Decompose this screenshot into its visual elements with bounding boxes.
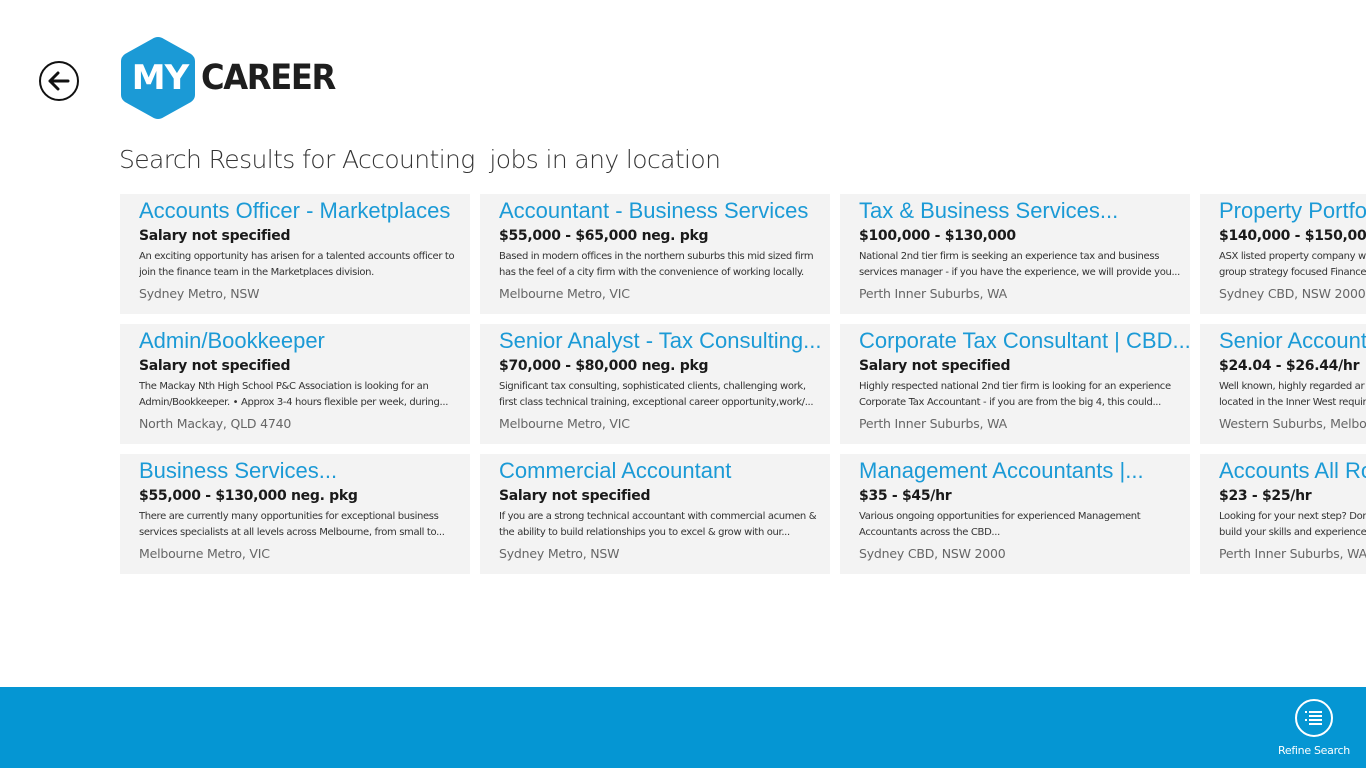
job-salary: $70,000 - $80,000 neg. pkg	[499, 358, 709, 374]
job-title[interactable]: Management Accountants |...	[859, 458, 1190, 484]
job-description-line: The Mackay Nth High School P&C Associati…	[139, 381, 429, 392]
job-description-line: group strategy focused Finance	[1219, 267, 1366, 278]
job-description-line: Looking for your next step? Dor	[1219, 511, 1366, 522]
job-location: Melbourne Metro, VIC	[499, 416, 630, 431]
job-location: Perth Inner Suburbs, WA	[859, 416, 1007, 431]
job-description-line: Admin/Bookkeeper. • Approx 3-4 hours fle…	[139, 397, 449, 408]
job-description-line: services specialists at all levels acros…	[139, 527, 445, 538]
job-salary: Salary not specified	[499, 488, 651, 504]
job-location: Sydney Metro, NSW	[499, 546, 620, 561]
results-grid: Accounts Officer - Marketplaces Salary no…	[120, 194, 1366, 574]
job-salary: $100,000 - $130,000	[859, 228, 1016, 244]
job-card[interactable]: Admin/Bookkeeper Salary not specified The …	[120, 324, 470, 444]
job-title[interactable]: Corporate Tax Consultant | CBD...	[859, 328, 1190, 354]
job-description: The Mackay Nth High School P&C Associati…	[139, 379, 461, 411]
job-title[interactable]: Business Services...	[139, 458, 470, 484]
job-description: Significant tax consulting, sophisticate…	[499, 379, 821, 411]
job-description-line: Highly respected national 2nd tier firm …	[859, 381, 1171, 392]
job-title[interactable]: Tax & Business Services...	[859, 198, 1190, 224]
job-description-line: services manager - if you have the exper…	[859, 267, 1180, 278]
job-title[interactable]: Accounts Officer - Marketplaces	[139, 198, 470, 224]
job-title[interactable]: Property Portfol	[1219, 198, 1366, 224]
job-salary: $24.04 - $26.44/hr	[1219, 358, 1360, 374]
job-description: Based in modern offices in the northern …	[499, 249, 821, 281]
job-description-line: Significant tax consulting, sophisticate…	[499, 381, 806, 392]
job-salary: $55,000 - $65,000 neg. pkg	[499, 228, 709, 244]
job-description-line: Well known, highly regarded ar	[1219, 381, 1365, 392]
job-title[interactable]: Senior Analyst - Tax Consulting...	[499, 328, 830, 354]
job-description-line: If you are a strong technical accountant…	[499, 511, 817, 522]
job-description-line: first class technical training, exceptio…	[499, 397, 814, 408]
job-salary: Salary not specified	[859, 358, 1011, 374]
job-location: Sydney Metro, NSW	[139, 286, 260, 301]
job-salary: Salary not specified	[139, 358, 291, 374]
job-description: Well known, highly regarded ar located in…	[1219, 379, 1366, 411]
job-location: Western Suburbs, Melbou	[1219, 416, 1366, 431]
job-salary: Salary not specified	[139, 228, 291, 244]
job-title[interactable]: Senior Accounts	[1219, 328, 1366, 354]
job-location: Sydney CBD, NSW 2000	[1219, 286, 1366, 301]
job-card[interactable]: Accounts All Ro $23 - $25/hr Looking for y…	[1200, 454, 1366, 574]
app-bar: Refine Search	[0, 687, 1366, 768]
job-salary: $23 - $25/hr	[1219, 488, 1312, 504]
job-card[interactable]: Tax & Business Services... $100,000 - $13…	[840, 194, 1190, 314]
logo-word: CAREER	[201, 58, 336, 98]
job-description: Highly respected national 2nd tier firm …	[859, 379, 1181, 411]
job-location: Perth Inner Suburbs, WA	[859, 286, 1007, 301]
job-title[interactable]: Commercial Accountant	[499, 458, 830, 484]
job-card[interactable]: Senior Accounts $24.04 - $26.44/hr Well kn…	[1200, 324, 1366, 444]
job-description-line: has the feel of a city firm with the con…	[499, 267, 804, 278]
mycareer-logo: MY CAREER	[119, 35, 347, 121]
job-card[interactable]: Business Services... $55,000 - $130,000 n…	[120, 454, 470, 574]
logo-hexagon: MY	[119, 35, 197, 121]
refine-search-button[interactable]: Refine Search	[1272, 699, 1356, 757]
job-description-line: National 2nd tier firm is seeking an exp…	[859, 251, 1160, 262]
job-description-line: ASX listed property company w	[1219, 251, 1366, 262]
back-button[interactable]	[39, 61, 79, 101]
job-location: Sydney CBD, NSW 2000	[859, 546, 1006, 561]
job-location: Melbourne Metro, VIC	[499, 286, 630, 301]
job-location: Melbourne Metro, VIC	[139, 546, 270, 561]
job-salary: $55,000 - $130,000 neg. pkg	[139, 488, 358, 504]
job-description: National 2nd tier firm is seeking an exp…	[859, 249, 1181, 281]
job-description-line: located in the Inner West requir	[1219, 397, 1366, 408]
job-title[interactable]: Accountant - Business Services	[499, 198, 830, 224]
job-title[interactable]: Admin/Bookkeeper	[139, 328, 470, 354]
job-salary: $35 - $45/hr	[859, 488, 952, 504]
job-description-line: There are currently many opportunities f…	[139, 511, 439, 522]
job-description: ASX listed property company w group strat…	[1219, 249, 1366, 281]
page-title: Search Results for Accounting jobs in an…	[119, 145, 721, 174]
job-description-line: An exciting opportunity has arisen for a…	[139, 251, 455, 262]
job-description-line: join the finance team in the Marketplace…	[139, 267, 374, 278]
job-card[interactable]: Corporate Tax Consultant | CBD... Salary …	[840, 324, 1190, 444]
job-description-line: Based in modern offices in the northern …	[499, 251, 814, 262]
job-location: North Mackay, QLD 4740	[139, 416, 292, 431]
job-description: There are currently many opportunities f…	[139, 509, 461, 541]
job-card[interactable]: Property Portfol $140,000 - $150,000 ASX l…	[1200, 194, 1366, 314]
job-card[interactable]: Management Accountants |... $35 - $45/hr V…	[840, 454, 1190, 574]
job-card[interactable]: Senior Analyst - Tax Consulting... $70,00…	[480, 324, 830, 444]
job-description: Looking for your next step? Dor build you…	[1219, 509, 1366, 541]
job-description-line: Various ongoing opportunities for experi…	[859, 511, 1141, 522]
refine-search-label: Refine Search	[1278, 744, 1350, 757]
job-title[interactable]: Accounts All Ro	[1219, 458, 1366, 484]
job-description: An exciting opportunity has arisen for a…	[139, 249, 461, 281]
list-icon	[1305, 711, 1322, 725]
job-description: If you are a strong technical accountant…	[499, 509, 821, 541]
job-salary: $140,000 - $150,000	[1219, 228, 1366, 244]
job-description-line: build your skills and experience	[1219, 527, 1366, 538]
arrow-left-icon	[48, 71, 70, 91]
list-circle-icon	[1295, 699, 1333, 737]
job-description-line: Corporate Tax Accountant - if you are fr…	[859, 397, 1161, 408]
logo-badge-text: MY	[131, 58, 189, 98]
job-description-line: Accountants across the CBD...	[859, 527, 1000, 538]
job-card[interactable]: Accountant - Business Services $55,000 - …	[480, 194, 830, 314]
job-card[interactable]: Accounts Officer - Marketplaces Salary no…	[120, 194, 470, 314]
job-card[interactable]: Commercial Accountant Salary not specifie…	[480, 454, 830, 574]
job-description-line: the ability to build relationships you t…	[499, 527, 790, 538]
job-description: Various ongoing opportunities for experi…	[859, 509, 1181, 541]
job-location: Perth Inner Suburbs, WA	[1219, 546, 1366, 561]
